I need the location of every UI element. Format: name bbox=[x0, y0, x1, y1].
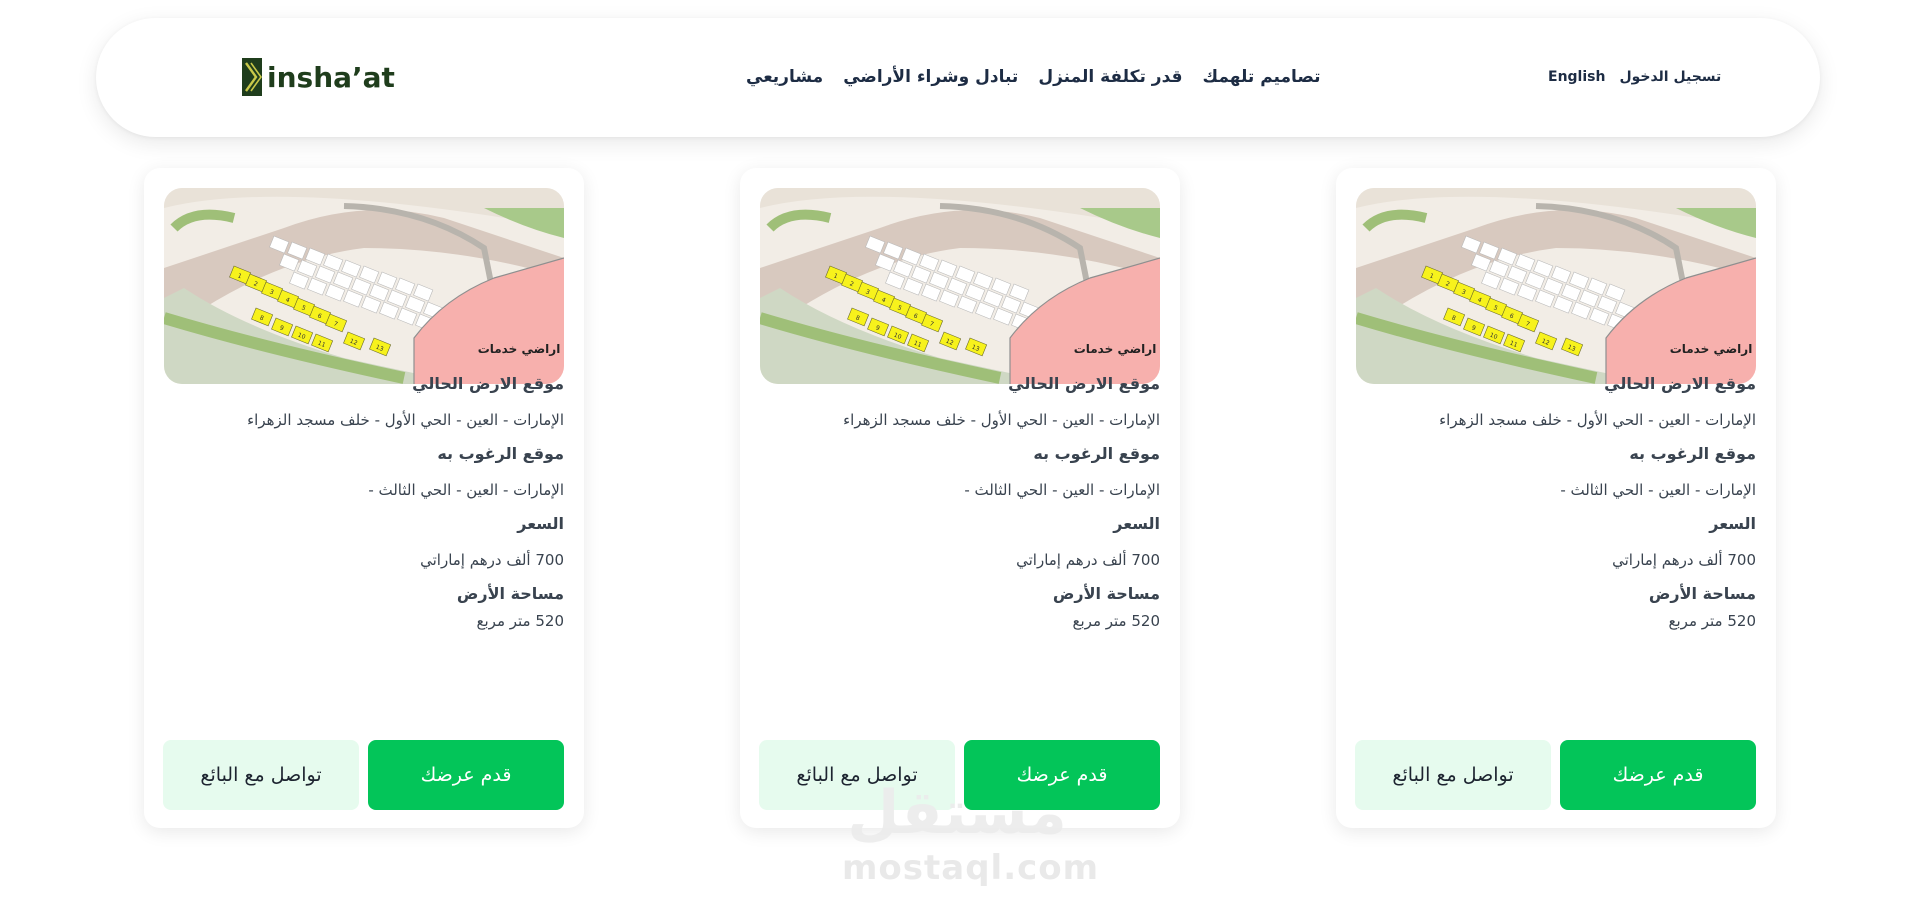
land-plot-map-image: 1 2 3 4 5 6 7 8 9 10 11 12 13 اراضي خدما… bbox=[164, 188, 564, 384]
logo-chevron-icon bbox=[242, 58, 262, 96]
price-label: السعر bbox=[1709, 514, 1756, 533]
make-offer-button[interactable]: قدم عرضك bbox=[368, 740, 564, 810]
current-location-value: الإمارات - العين - الحي الأول - خلف مسجد… bbox=[843, 411, 1160, 429]
current-location-value: الإمارات - العين - الحي الأول - خلف مسجد… bbox=[1439, 411, 1756, 429]
area-label: مساحة الأرض bbox=[1648, 584, 1756, 603]
nav-item-land-exchange[interactable]: تبادل وشراء الأراضي bbox=[843, 67, 1018, 87]
price-value: 700 ألف درهم إماراتي bbox=[1016, 551, 1160, 569]
logo-text: insha’at bbox=[267, 60, 395, 94]
land-listing-card: 1 2 3 4 5 6 7 8 9 10 11 12 13 اراضي خدما… bbox=[740, 168, 1180, 828]
price-value: 700 ألف درهم إماراتي bbox=[420, 551, 564, 569]
desired-location-value: الإمارات - العين - الحي الثالث - bbox=[368, 481, 564, 499]
contact-seller-button[interactable]: تواصل مع البائع bbox=[163, 740, 359, 810]
language-switch-link[interactable]: English bbox=[1548, 69, 1605, 85]
main-nav: مشاريعي تبادل وشراء الأراضي قدر تكلفة ال… bbox=[746, 58, 1321, 96]
land-listing-card: 1 2 3 4 5 6 7 8 9 10 11 12 13 اراضي خدما… bbox=[144, 168, 584, 828]
nav-item-cost-estimate[interactable]: قدر تكلفة المنزل bbox=[1038, 67, 1182, 87]
area-value: 520 متر مربع bbox=[476, 612, 564, 630]
contact-seller-button[interactable]: تواصل مع البائع bbox=[1355, 740, 1551, 810]
current-location-value: الإمارات - العين - الحي الأول - خلف مسجد… bbox=[247, 411, 564, 429]
land-listing-card: 1 2 3 4 5 6 7 8 9 10 11 12 13 اراضي خدما… bbox=[1336, 168, 1776, 828]
area-value: 520 متر مربع bbox=[1072, 612, 1160, 630]
svg-text:اراضي خدمات: اراضي خدمات bbox=[478, 342, 561, 356]
current-location-label: موقع الارض الحالي bbox=[1008, 374, 1160, 393]
brand-logo[interactable]: insha’at bbox=[242, 58, 395, 96]
top-navbar: insha’at مشاريعي تبادل وشراء الأراضي قدر… bbox=[96, 18, 1820, 137]
nav-item-my-projects[interactable]: مشاريعي bbox=[746, 67, 823, 87]
area-label: مساحة الأرض bbox=[456, 584, 564, 603]
auth-links: English تسجيل الدخول bbox=[1548, 58, 1721, 96]
svg-text:اراضي خدمات: اراضي خدمات bbox=[1074, 342, 1157, 356]
desired-location-value: الإمارات - العين - الحي الثالث - bbox=[1560, 481, 1756, 499]
watermark-latin: mostaql.com bbox=[842, 848, 1100, 888]
area-label: مساحة الأرض bbox=[1052, 584, 1160, 603]
desired-location-value: الإمارات - العين - الحي الثالث - bbox=[964, 481, 1160, 499]
price-value: 700 ألف درهم إماراتي bbox=[1612, 551, 1756, 569]
svg-text:اراضي خدمات: اراضي خدمات bbox=[1670, 342, 1753, 356]
price-label: السعر bbox=[1113, 514, 1160, 533]
current-location-label: موقع الارض الحالي bbox=[1604, 374, 1756, 393]
contact-seller-button[interactable]: تواصل مع البائع bbox=[759, 740, 955, 810]
desired-location-label: موقع الرغوب به bbox=[1033, 444, 1160, 463]
current-location-label: موقع الارض الحالي bbox=[412, 374, 564, 393]
desired-location-label: موقع الرغوب به bbox=[1629, 444, 1756, 463]
login-link[interactable]: تسجيل الدخول bbox=[1619, 69, 1721, 85]
make-offer-button[interactable]: قدم عرضك bbox=[1560, 740, 1756, 810]
desired-location-label: موقع الرغوب به bbox=[437, 444, 564, 463]
price-label: السعر bbox=[517, 514, 564, 533]
nav-item-inspiring-designs[interactable]: تصاميم تلهمك bbox=[1203, 67, 1321, 87]
make-offer-button[interactable]: قدم عرضك bbox=[964, 740, 1160, 810]
land-plot-map-image: 1 2 3 4 5 6 7 8 9 10 11 12 13 اراضي خدما… bbox=[1356, 188, 1756, 384]
area-value: 520 متر مربع bbox=[1668, 612, 1756, 630]
land-plot-map-image: 1 2 3 4 5 6 7 8 9 10 11 12 13 اراضي خدما… bbox=[760, 188, 1160, 384]
